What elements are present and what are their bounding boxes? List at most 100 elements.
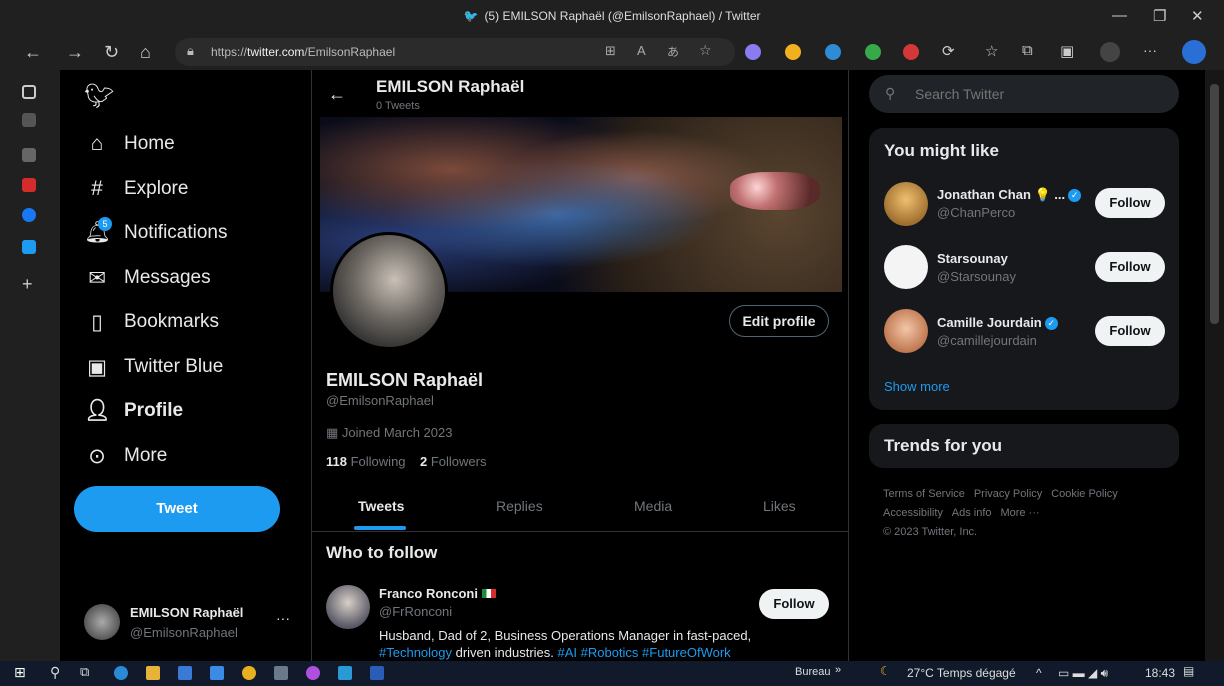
profile-avatar[interactable]	[330, 232, 448, 350]
weather-text[interactable]: 27°C Temps dégagé	[907, 666, 1016, 680]
mail-icon[interactable]	[210, 666, 224, 680]
avatar[interactable]	[884, 245, 928, 289]
more-link[interactable]: More ···	[1000, 507, 1039, 519]
tweet-button[interactable]: Tweet	[74, 486, 280, 532]
more-menu-icon[interactable]: ···	[1143, 42, 1157, 58]
tab-icon[interactable]	[22, 178, 36, 192]
edit-profile-button[interactable]: Edit profile	[729, 305, 829, 337]
extension-icon[interactable]	[903, 44, 919, 60]
suggested-user-handle: @FrRonconi	[379, 604, 453, 619]
back-icon[interactable]: ←	[24, 42, 42, 63]
verified-badge-icon: ✓	[1068, 189, 1082, 203]
chrome-icon[interactable]	[242, 666, 256, 680]
scrollbar-thumb[interactable]	[1210, 84, 1219, 324]
follow-button[interactable]: Follow	[1095, 188, 1165, 218]
nav-profile[interactable]: 👤︎ Profile	[84, 393, 183, 429]
notification-center-icon[interactable]: ▤	[1183, 664, 1194, 678]
app-grid-icon[interactable]: ⊞	[605, 43, 616, 59]
store-icon[interactable]	[178, 666, 192, 680]
nav-bookmarks[interactable]: ▯ Bookmarks	[84, 304, 219, 340]
extensions-icon[interactable]: ⟳	[942, 42, 955, 60]
messenger-icon[interactable]	[306, 666, 320, 680]
twitter-bird-icon: 🐦	[463, 9, 479, 23]
nav-more[interactable]: ⊙ More	[84, 438, 167, 474]
nav-messages[interactable]: ✉ Messages	[84, 260, 210, 296]
following-link[interactable]: 118 Following	[326, 454, 406, 469]
word-icon[interactable]	[370, 666, 384, 680]
tab-icon[interactable]	[22, 148, 36, 162]
favorite-icon[interactable]: ☆	[699, 42, 712, 59]
refresh-icon[interactable]: ↻	[104, 42, 119, 63]
nav-explore[interactable]: # Explore	[84, 171, 188, 207]
minimize-icon[interactable]: —	[1112, 7, 1127, 24]
file-explorer-icon[interactable]	[146, 666, 160, 680]
follow-button[interactable]: Follow	[1095, 252, 1165, 282]
search-icon[interactable]: ⚲	[50, 664, 60, 681]
nav-notifications[interactable]: 🔔︎ 5 Notifications	[84, 215, 228, 251]
followers-link[interactable]: 2 Followers	[420, 454, 486, 469]
account-switcher[interactable]: EMILSON Raphaël @EmilsonRaphael ···	[74, 596, 304, 646]
translate-icon[interactable]: あ	[667, 43, 679, 60]
calendar-icon: ▦	[326, 425, 342, 440]
privacy-link[interactable]: Privacy Policy	[974, 488, 1042, 500]
extension-icon[interactable]	[865, 44, 881, 60]
user-avatar-icon[interactable]	[1100, 42, 1120, 62]
tab-icon[interactable]	[22, 113, 36, 127]
twitter-tab-icon[interactable]	[22, 240, 36, 254]
app-icon[interactable]	[274, 666, 288, 680]
tab-likes[interactable]: Likes	[763, 498, 796, 514]
profile-name: EMILSON Raphaël	[326, 370, 484, 390]
edge-taskbar-icon[interactable]	[114, 666, 128, 680]
favorites-icon[interactable]: ☆	[985, 42, 998, 60]
suggested-user-name[interactable]: Starsounay	[937, 251, 1008, 266]
twitter-logo-icon[interactable]: 🐦︎	[84, 82, 114, 111]
chevron-icon[interactable]: »	[835, 664, 841, 676]
windows-start-icon[interactable]: ⊞	[14, 664, 26, 681]
show-more-link[interactable]: Show more	[884, 379, 950, 394]
bureau-label[interactable]: Bureau	[795, 666, 830, 678]
forward-icon[interactable]: →	[66, 42, 84, 63]
hashtag-icon: #	[91, 177, 103, 200]
read-aloud-icon[interactable]: A	[637, 43, 646, 58]
extension-icon[interactable]	[785, 44, 801, 60]
extension-icon[interactable]	[745, 44, 761, 60]
ads-info-link[interactable]: Ads info	[952, 507, 992, 519]
search-input[interactable]	[913, 84, 1163, 104]
extension-icon[interactable]	[825, 44, 841, 60]
home-icon[interactable]: ⌂	[140, 42, 151, 63]
screenshot-icon[interactable]: ▣	[1060, 42, 1074, 60]
collections-icon[interactable]: ⧉	[1022, 42, 1033, 59]
tab-replies[interactable]: Replies	[496, 498, 543, 514]
tray-icons[interactable]: ▭ ▬ ◢ 🔊︎	[1058, 666, 1108, 681]
avatar[interactable]	[884, 309, 928, 353]
avatar[interactable]	[326, 585, 370, 629]
follow-button[interactable]: Follow	[1095, 316, 1165, 346]
tray-chevron-icon[interactable]: ^	[1036, 666, 1042, 680]
terms-link[interactable]: Terms of Service	[883, 488, 965, 500]
suggested-user-name[interactable]: Camille Jourdain ✓	[937, 315, 1058, 331]
url-field[interactable]: 🔒︎ https://twitter.com/EmilsonRaphael ⊞ …	[175, 38, 735, 66]
scrollbar[interactable]	[1205, 70, 1224, 661]
accessibility-link[interactable]: Accessibility	[883, 507, 943, 519]
search-box[interactable]: ⚲	[869, 75, 1179, 113]
envelope-icon: ✉	[88, 266, 106, 290]
bing-icon[interactable]	[1182, 40, 1206, 64]
tab-media[interactable]: Media	[634, 498, 672, 514]
facebook-tab-icon[interactable]	[22, 208, 36, 222]
suggested-user-name[interactable]: Jonathan Chan 💡 ... ✓	[937, 187, 1082, 203]
tab-tweets[interactable]: Tweets	[358, 498, 404, 514]
nav-home[interactable]: ⌂ Home	[84, 126, 175, 162]
clock[interactable]: 18:43	[1145, 666, 1175, 680]
restore-icon[interactable]: ❐	[1153, 7, 1166, 25]
close-icon[interactable]: ✕	[1191, 7, 1204, 25]
suggested-user-name[interactable]: Franco Ronconi	[379, 586, 496, 601]
avatar[interactable]	[884, 182, 928, 226]
nav-twitter-blue[interactable]: ▣ Twitter Blue	[84, 349, 223, 385]
back-arrow-icon[interactable]: ←	[328, 84, 346, 105]
task-view-icon[interactable]: ⧉	[80, 664, 89, 680]
follow-button[interactable]: Follow	[759, 589, 829, 619]
tab-actions-icon[interactable]	[22, 85, 36, 99]
cookie-link[interactable]: Cookie Policy	[1051, 488, 1118, 500]
app-icon[interactable]	[338, 666, 352, 680]
add-tab-icon[interactable]: +	[22, 274, 33, 295]
